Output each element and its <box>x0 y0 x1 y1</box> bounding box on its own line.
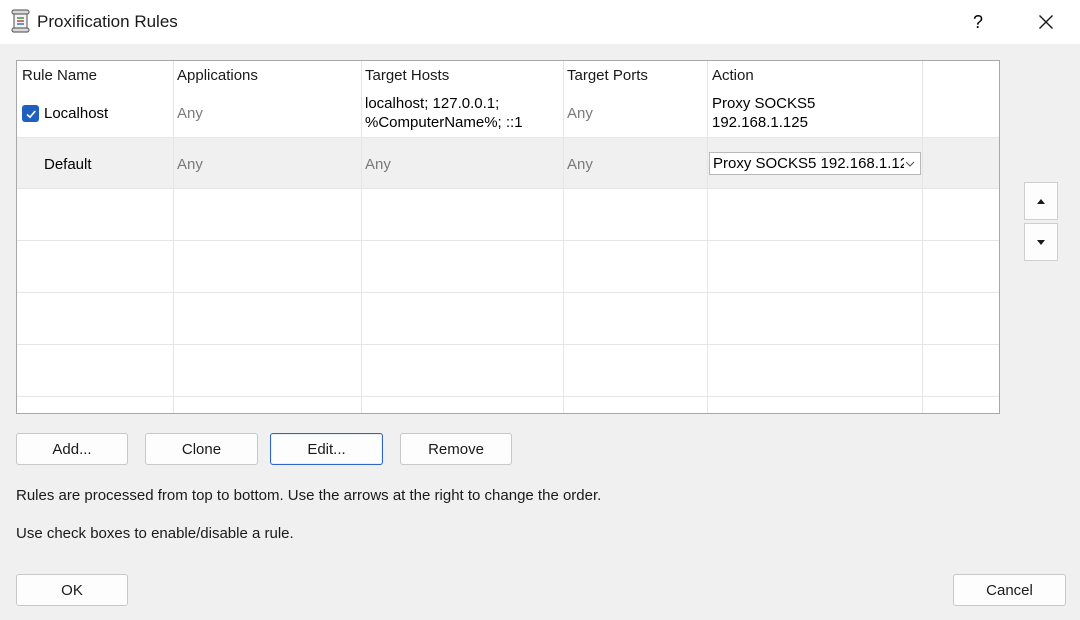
window-title: Proxification Rules <box>37 12 178 31</box>
rule-action-line1[interactable]: Proxy SOCKS5 <box>712 94 815 113</box>
checkmark-icon <box>25 109 36 118</box>
column-divider <box>563 61 564 413</box>
rule-target-hosts-line2[interactable]: %ComputerName%; ::1 <box>365 113 523 132</box>
header-target-hosts[interactable]: Target Hosts <box>365 67 449 84</box>
rule-name[interactable]: Default <box>44 155 92 174</box>
rule-target-ports[interactable]: Any <box>567 155 593 174</box>
remove-button[interactable]: Remove <box>400 433 512 465</box>
rule-applications[interactable]: Any <box>177 155 203 174</box>
help-label: ? <box>972 11 983 32</box>
row-divider <box>17 344 999 345</box>
rule-target-hosts-line1[interactable]: localhost; 127.0.0.1; <box>365 94 499 113</box>
column-divider <box>173 61 174 413</box>
triangle-down-icon <box>1037 239 1045 245</box>
row-divider <box>17 396 999 397</box>
row-divider <box>17 137 999 138</box>
edit-button[interactable]: Edit... <box>270 433 383 465</box>
cancel-button[interactable]: Cancel <box>953 574 1066 606</box>
help-button[interactable]: ? <box>960 4 996 40</box>
title-bar: Proxification Rules ? <box>0 0 1080 44</box>
action-dropdown-value: Proxy SOCKS5 192.168.1.125 <box>713 155 917 172</box>
rules-table[interactable]: Rule Name Applications Target Hosts Targ… <box>16 60 1000 414</box>
rule-target-hosts[interactable]: Any <box>365 155 391 174</box>
add-button[interactable]: Add... <box>16 433 128 465</box>
column-divider <box>707 61 708 413</box>
close-icon <box>1039 15 1053 29</box>
row-divider <box>17 292 999 293</box>
row-divider <box>17 240 999 241</box>
header-action[interactable]: Action <box>712 67 754 84</box>
close-button[interactable] <box>1026 4 1066 40</box>
header-applications[interactable]: Applications <box>177 67 258 84</box>
action-dropdown[interactable]: Proxy SOCKS5 192.168.1.125 <box>709 152 921 175</box>
rule-target-ports[interactable]: Any <box>567 104 593 123</box>
column-divider <box>361 61 362 413</box>
column-divider <box>922 61 923 413</box>
triangle-up-icon <box>1037 198 1045 204</box>
header-target-ports[interactable]: Target Ports <box>567 67 648 84</box>
ok-button[interactable]: OK <box>16 574 128 606</box>
rule-action-line2[interactable]: 192.168.1.125 <box>712 113 808 132</box>
move-down-button[interactable] <box>1024 223 1058 261</box>
clone-button[interactable]: Clone <box>145 433 258 465</box>
checkbox-info-text: Use check boxes to enable/disable a rule… <box>16 525 294 542</box>
rule-applications[interactable]: Any <box>177 104 203 123</box>
order-info-text: Rules are processed from top to bottom. … <box>16 487 602 504</box>
rule-name[interactable]: Localhost <box>44 104 108 123</box>
row-divider <box>17 188 999 189</box>
header-rule-name[interactable]: Rule Name <box>22 67 97 84</box>
rule-enabled-checkbox[interactable] <box>22 105 39 122</box>
chevron-down-icon <box>904 153 916 174</box>
scroll-document-icon <box>11 9 30 33</box>
move-up-button[interactable] <box>1024 182 1058 220</box>
